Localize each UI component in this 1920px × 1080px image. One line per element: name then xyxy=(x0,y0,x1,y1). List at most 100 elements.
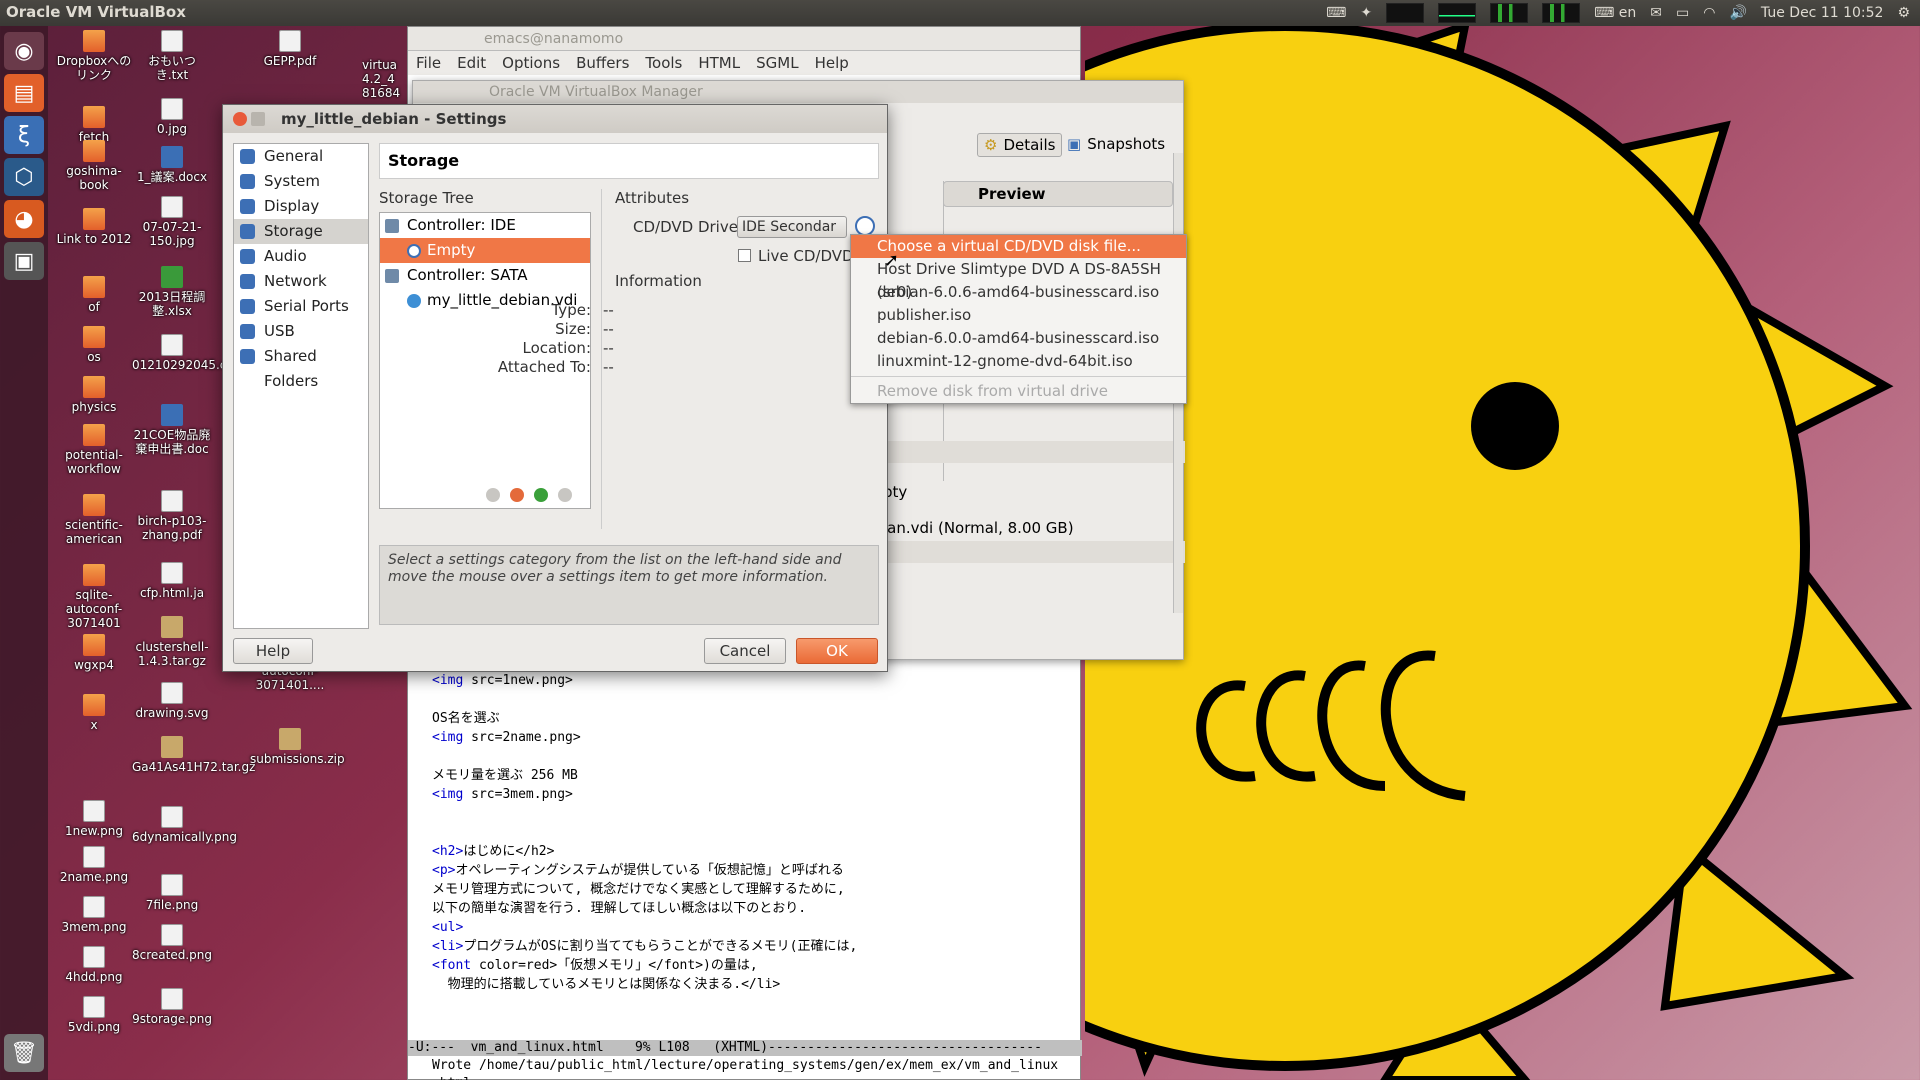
clock[interactable]: Tue Dec 11 10:52 xyxy=(1761,5,1884,21)
desktop-icon[interactable]: drawing.svg xyxy=(132,682,212,720)
desktop-icon[interactable]: Dropboxへのリンク xyxy=(54,30,134,82)
desktop-icon-submissions[interactable]: submissions.zip xyxy=(250,728,345,766)
tree-empty-drive[interactable]: Empty xyxy=(380,238,590,263)
emacs-menu-item[interactable]: Help xyxy=(815,51,849,75)
desktop-icon[interactable]: 9storage.png xyxy=(132,988,212,1026)
desktop-icon[interactable]: x xyxy=(54,694,134,732)
desktop-icon[interactable]: clustershell-1.4.3.tar.gz xyxy=(132,616,212,668)
desktop-icon[interactable]: 2name.png xyxy=(54,846,134,884)
menu-item[interactable]: linuxmint-12-gnome-dvd-64bit.iso xyxy=(851,350,1186,373)
tree-controller-sata[interactable]: Controller: SATA xyxy=(380,263,590,288)
disc-chooser-icon[interactable] xyxy=(855,216,875,236)
firefox-icon[interactable]: ◕ xyxy=(4,200,44,238)
desktop-icon[interactable]: fetch xyxy=(54,106,134,144)
desktop-icon[interactable]: birch-p103-zhang.pdf xyxy=(132,490,212,542)
emacs-menu-item[interactable]: HTML xyxy=(698,51,740,75)
emacs-menu-item[interactable]: Tools xyxy=(645,51,682,75)
desktop-icon[interactable]: 0.jpg xyxy=(132,98,212,136)
trash-icon[interactable]: 🗑 xyxy=(4,1034,44,1072)
terminal-icon[interactable]: ▣ xyxy=(4,242,44,280)
desktop-icon[interactable]: 21COE物品廃棄申出書.doc xyxy=(132,404,212,456)
category-item[interactable]: Network xyxy=(234,269,368,294)
keyboard-icon[interactable]: ⌨ xyxy=(1326,5,1346,21)
desktop-icon[interactable]: potential-workflow xyxy=(54,424,134,476)
emacs-menu-item[interactable]: File xyxy=(416,51,441,75)
files-icon[interactable]: ▤ xyxy=(4,74,44,112)
desktop-icon[interactable]: 7file.png xyxy=(132,874,212,912)
gear-icon[interactable]: ⚙ xyxy=(1897,5,1910,21)
desktop-icon[interactable]: wgxp4 xyxy=(54,634,134,672)
category-item[interactable]: USB xyxy=(234,319,368,344)
emacs-menu-item[interactable]: Buffers xyxy=(576,51,629,75)
ok-button[interactable]: OK xyxy=(796,638,878,664)
cpu-graph[interactable] xyxy=(1386,3,1425,23)
network-graph[interactable] xyxy=(1490,3,1529,23)
memory-graph[interactable] xyxy=(1438,3,1477,23)
desktop-icon[interactable]: os xyxy=(54,326,134,364)
category-item[interactable]: Storage xyxy=(234,219,368,244)
desktop-icon[interactable]: cfp.html.ja xyxy=(132,562,212,600)
remove-attachment-icon[interactable] xyxy=(510,488,524,502)
category-item[interactable]: Serial Ports xyxy=(234,294,368,319)
drive-select[interactable]: IDE Secondar xyxy=(737,216,847,238)
add-attachment-icon[interactable] xyxy=(486,488,500,502)
wifi-icon[interactable]: ◠ xyxy=(1703,5,1715,21)
menu-item[interactable]: debian-6.0.6-amd64-businesscard.iso xyxy=(851,281,1186,304)
details-button[interactable]: ⚙ Details xyxy=(977,133,1063,157)
desktop-icon[interactable]: 01210292045.csv xyxy=(132,334,240,372)
menu-item[interactable]: Host Drive Slimtype DVD A DS-8A5SH (sr0) xyxy=(851,258,1186,301)
desktop-icon[interactable]: 3mem.png xyxy=(54,896,134,934)
language-indicator[interactable]: ⌨ en xyxy=(1594,5,1636,21)
remove-controller-icon[interactable] xyxy=(558,488,572,502)
maximize-icon[interactable] xyxy=(251,112,265,126)
vbox-manager-titlebar[interactable]: Oracle VM VirtualBox Manager xyxy=(413,81,1183,103)
category-item[interactable]: System xyxy=(234,169,368,194)
snapshots-button[interactable]: ▣ Snapshots xyxy=(1067,135,1165,153)
desktop-icon[interactable]: おもいつき.txt xyxy=(132,30,212,82)
desktop-icon[interactable]: of xyxy=(54,276,134,314)
desktop-icon[interactable]: 1_議案.docx xyxy=(132,146,212,184)
menu-item[interactable]: debian-6.0.0-amd64-businesscard.iso xyxy=(851,327,1186,350)
desktop-icon[interactable]: 8created.png xyxy=(132,924,212,962)
emacs-menu-item[interactable]: SGML xyxy=(756,51,798,75)
category-item[interactable]: Shared Folders xyxy=(234,344,368,390)
emacs-menu-item[interactable]: Options xyxy=(502,51,560,75)
category-item[interactable]: General xyxy=(234,144,368,169)
emacs-menu-item[interactable]: Edit xyxy=(457,51,486,75)
menu-item[interactable]: Choose a virtual CD/DVD disk file... xyxy=(851,235,1186,258)
desktop-icon-virtualbox[interactable]: virtua 4.2_4 81684 xyxy=(362,58,408,100)
desktop-icon[interactable]: Link to 2012 xyxy=(54,208,134,246)
desktop-icon-gepp[interactable]: GEPP.pdf xyxy=(250,30,330,68)
desktop-icon[interactable]: 07-07-21-150.jpg xyxy=(132,196,212,248)
emacs-buffer[interactable]: <img src=1new.png> OS名を選ぶ <img src=2name.p… xyxy=(432,671,857,994)
battery-icon[interactable]: ▭ xyxy=(1676,5,1689,21)
category-item[interactable]: Display xyxy=(234,194,368,219)
category-item[interactable]: Audio xyxy=(234,244,368,269)
desktop-icon[interactable]: physics xyxy=(54,376,134,414)
emacs-titlebar[interactable]: emacs@nanamomo xyxy=(408,27,1080,51)
settings-titlebar[interactable]: my_little_debian - Settings xyxy=(223,105,887,133)
load-graph[interactable] xyxy=(1542,3,1581,23)
close-icon[interactable] xyxy=(233,112,247,126)
help-button[interactable]: Help xyxy=(233,638,313,664)
volume-icon[interactable]: 🔊 xyxy=(1729,5,1746,21)
add-controller-icon[interactable] xyxy=(534,488,548,502)
cancel-button[interactable]: Cancel xyxy=(704,638,786,664)
emacs-icon[interactable]: ξ xyxy=(4,116,44,154)
desktop-icon[interactable]: scientific-american xyxy=(54,494,134,546)
desktop-icon[interactable]: 2013日程調整.xlsx xyxy=(132,266,212,318)
menu-item[interactable]: publisher.iso xyxy=(851,304,1186,327)
preview-header[interactable]: Preview xyxy=(943,181,1173,207)
desktop-icon[interactable]: 5vdi.png xyxy=(54,996,134,1034)
desktop-icon[interactable]: goshima-book xyxy=(54,140,134,192)
desktop-icon[interactable]: sqlite-autoconf-3071401 xyxy=(54,564,134,630)
desktop-icon[interactable]: 1new.png xyxy=(54,800,134,838)
live-cd-checkbox[interactable] xyxy=(738,249,751,262)
dropbox-icon[interactable]: ✦ xyxy=(1360,5,1372,21)
tree-controller-ide[interactable]: Controller: IDE xyxy=(380,213,590,238)
dash-icon[interactable]: ◉ xyxy=(4,32,44,70)
virtualbox-icon[interactable]: ⬡ xyxy=(4,158,44,196)
desktop-icon[interactable]: 4hdd.png xyxy=(54,946,134,984)
mail-icon[interactable]: ✉ xyxy=(1650,5,1662,21)
desktop-icon[interactable]: Ga41As41H72.tar.gz xyxy=(132,736,255,774)
